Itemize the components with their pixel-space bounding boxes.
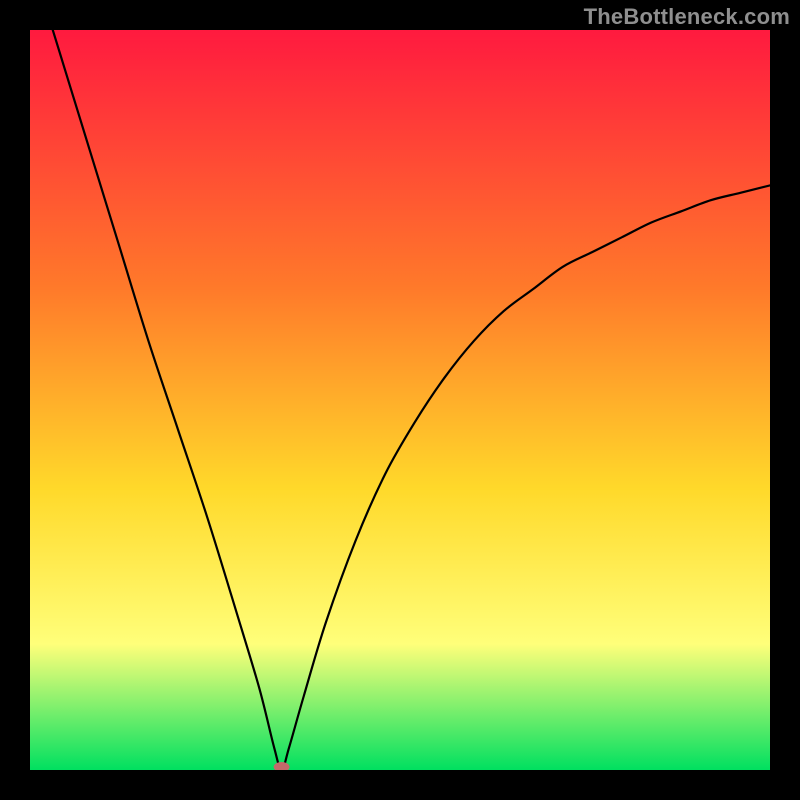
plot-area: [30, 30, 770, 770]
watermark-text: TheBottleneck.com: [584, 4, 790, 30]
chart-frame: TheBottleneck.com: [0, 0, 800, 800]
gradient-background: [30, 30, 770, 770]
bottleneck-chart-svg: [30, 30, 770, 770]
